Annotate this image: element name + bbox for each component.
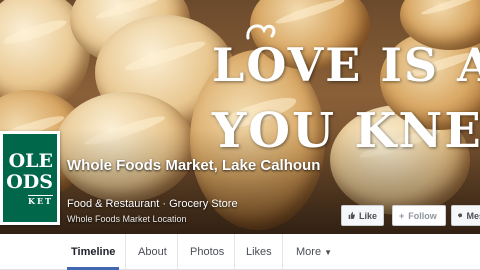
tab-about[interactable]: About (128, 234, 178, 270)
plus-icon: + (399, 210, 405, 221)
thumbs-up-icon (348, 212, 355, 219)
tab-label: Likes (246, 246, 272, 258)
tab-more[interactable]: More ▼ (286, 234, 342, 270)
whole-foods-logo: OLE ODS KET (3, 134, 57, 222)
like-button[interactable]: Like (341, 205, 384, 226)
message-button[interactable]: Mes (451, 205, 480, 226)
tab-photos[interactable]: Photos (180, 234, 236, 270)
page-title[interactable]: Whole Foods Market, Lake Calhoun (67, 155, 327, 176)
caret-down-icon: ▼ (324, 247, 332, 257)
tab-label: Timeline (71, 246, 116, 258)
logo-text-line3: KET (27, 194, 53, 206)
cover-slogan-line1: LOVE IS AL (212, 38, 480, 92)
page-location-label: Whole Foods Market Location (67, 214, 187, 224)
logo-text-line2: ODS (6, 170, 53, 193)
logo-text-line1: OLE (8, 149, 53, 172)
profile-picture[interactable]: OLE ODS KET (0, 131, 60, 225)
follow-button-label: Follow (408, 210, 437, 221)
page-categories[interactable]: Food & Restaurant · Grocery Store (67, 198, 238, 210)
cover-slogan-line2: YOU KNEA (212, 103, 480, 159)
page-tab-bar: Timeline About Photos Likes More ▼ (0, 234, 480, 270)
chat-bubble-icon (458, 213, 463, 218)
tab-label: More (296, 246, 322, 258)
like-button-label: Like (358, 210, 377, 221)
follow-button[interactable]: + Follow (392, 205, 446, 226)
tab-label: Photos (190, 246, 225, 258)
tab-likes[interactable]: Likes (236, 234, 283, 270)
message-button-label: Mes (466, 210, 480, 221)
tab-timeline[interactable]: Timeline (61, 234, 127, 270)
tab-label: About (138, 246, 167, 258)
